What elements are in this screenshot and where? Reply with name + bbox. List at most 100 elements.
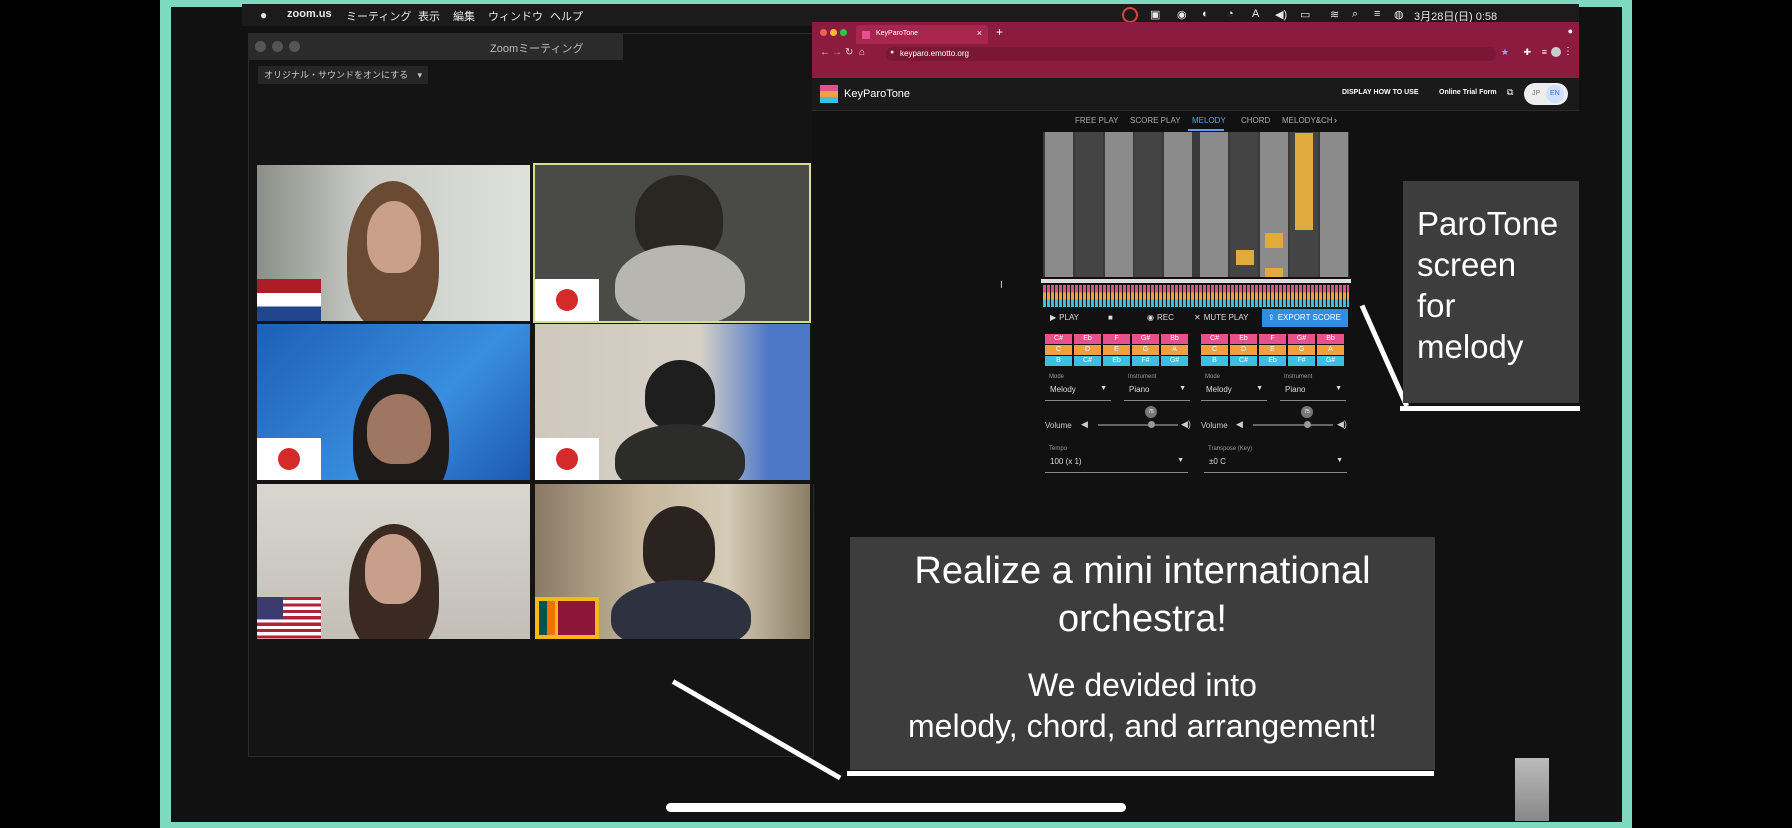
minimize-window-icon[interactable]	[830, 29, 837, 36]
participant-tile[interactable]	[535, 324, 810, 480]
participant-tile[interactable]	[257, 324, 530, 480]
note-cell[interactable]: G#	[1132, 334, 1159, 344]
transpose-select[interactable]: Transpose (Key) ±0 C ▼	[1204, 446, 1347, 473]
extensions-icon[interactable]: ✚	[1523, 47, 1531, 58]
lang-en[interactable]: EN	[1550, 90, 1560, 97]
note-cell[interactable]: Eb	[1230, 334, 1257, 344]
menu-item-meeting[interactable]: ミーティング	[346, 8, 411, 24]
mute-play-button[interactable]: ✕ MUTE PLAY	[1194, 309, 1248, 327]
note-cell[interactable]: Bb	[1161, 334, 1188, 344]
home-icon[interactable]: ⌂	[859, 47, 865, 58]
close-window-icon[interactable]	[255, 41, 266, 52]
trial-form-link[interactable]: Online Trial Form	[1439, 89, 1497, 96]
zoom-status-icon[interactable]: ▣	[1150, 8, 1160, 21]
reload-icon[interactable]: ↻	[845, 47, 853, 58]
chevron-right-icon[interactable]: ›	[1334, 115, 1337, 125]
tab-melody-chord[interactable]: MELODY&CH	[1282, 116, 1333, 125]
rec-button[interactable]: ◉ REC	[1147, 309, 1174, 327]
menu-item-help[interactable]: ヘルプ	[550, 8, 583, 24]
close-tab-icon[interactable]: ×	[977, 28, 982, 38]
menu-app-name[interactable]: zoom.us	[287, 8, 332, 20]
lang-jp[interactable]: JP	[1532, 90, 1540, 97]
note-cell[interactable]: Eb	[1074, 334, 1101, 344]
stop-button[interactable]: ■	[1108, 309, 1113, 327]
note-cell[interactable]: F	[1103, 334, 1130, 344]
media-icon[interactable]: ≡	[1542, 47, 1547, 57]
instrument-select-right[interactable]: Instrument Piano ▼	[1280, 374, 1346, 401]
menu-item-edit[interactable]: 編集	[453, 8, 475, 24]
instrument-select-left[interactable]: Instrument Piano ▼	[1124, 374, 1190, 401]
note-cell[interactable]: G#	[1317, 356, 1344, 366]
volume-down-icon[interactable]: ◀	[1236, 419, 1243, 430]
note-cell[interactable]: Bb	[1317, 334, 1344, 344]
note-cell[interactable]: G#	[1288, 334, 1315, 344]
address-bar[interactable]: ● keyparo.emotto.org	[886, 47, 1496, 61]
volume-down-icon[interactable]: ◀	[1081, 419, 1088, 430]
mode-select-right[interactable]: Mode Melody ▼	[1201, 374, 1267, 401]
how-to-use-link[interactable]: DISPLAY HOW TO USE	[1342, 89, 1419, 96]
search-icon[interactable]: ⌕	[1352, 8, 1358, 21]
browser-menu-icon[interactable]: ●	[1568, 26, 1573, 36]
volume-icon[interactable]: ◀)	[1275, 8, 1287, 21]
note-cell[interactable]: C#	[1045, 334, 1072, 344]
clock-icon[interactable]: ◔	[1227, 8, 1234, 20]
more-menu-icon[interactable]: ⋮	[1563, 46, 1573, 57]
volume-up-icon[interactable]: ◀)	[1337, 419, 1347, 430]
menu-item-window[interactable]: ウィンドウ	[488, 8, 543, 24]
note-cell[interactable]: B	[1045, 356, 1072, 366]
tab-free-play[interactable]: FREE PLAY	[1075, 116, 1118, 125]
gamepad-icon[interactable]: ◐	[1202, 8, 1209, 20]
apple-icon[interactable]: ●	[260, 8, 267, 22]
menu-item-view[interactable]: 表示	[418, 8, 440, 24]
tempo-select[interactable]: Tempo 100 (x 1) ▼	[1045, 446, 1188, 473]
participant-tile[interactable]	[535, 484, 810, 639]
note-cell[interactable]: F#	[1288, 356, 1315, 366]
profile-avatar[interactable]	[1551, 47, 1561, 57]
note-cell[interactable]: E	[1259, 345, 1286, 355]
tab-score-play[interactable]: SCORE PLAY	[1130, 116, 1181, 125]
tab-chord[interactable]: CHORD	[1241, 116, 1270, 125]
battery-icon[interactable]: ▭	[1300, 8, 1310, 21]
note-cell[interactable]: E	[1103, 345, 1130, 355]
volume-thumb-right[interactable]	[1304, 421, 1311, 428]
app-name[interactable]: KeyParoTone	[844, 88, 910, 100]
input-source-icon[interactable]: A	[1252, 8, 1259, 20]
maximize-window-icon[interactable]	[840, 29, 847, 36]
volume-slider-right[interactable]	[1253, 424, 1333, 426]
note-cell[interactable]: C	[1201, 345, 1228, 355]
note-cell[interactable]: Eb	[1259, 356, 1286, 366]
bookmark-star-icon[interactable]: ★	[1501, 47, 1509, 58]
note-cell[interactable]: G	[1288, 345, 1315, 355]
note-cell[interactable]: F	[1259, 334, 1286, 344]
note-cell[interactable]: D	[1074, 345, 1101, 355]
forward-icon[interactable]: →	[832, 47, 842, 58]
record-icon[interactable]	[1122, 7, 1138, 23]
colored-keyboard[interactable]	[1043, 285, 1349, 307]
volume-slider-left[interactable]	[1098, 424, 1178, 426]
volume-thumb-left[interactable]	[1148, 421, 1155, 428]
new-tab-icon[interactable]: +	[996, 25, 1003, 39]
vpn-icon[interactable]: ◉	[1177, 8, 1187, 21]
close-window-icon[interactable]	[820, 29, 827, 36]
wifi-icon[interactable]: ≋	[1330, 8, 1339, 21]
export-score-button[interactable]: ⇪ EXPORT SCORE	[1262, 309, 1348, 327]
note-cell[interactable]: G#	[1161, 356, 1188, 366]
participant-tile-active-speaker[interactable]	[533, 163, 811, 323]
note-cell[interactable]: B	[1201, 356, 1228, 366]
note-cell[interactable]: A	[1317, 345, 1344, 355]
participant-tile[interactable]	[257, 484, 530, 639]
tab-melody[interactable]: MELODY	[1192, 116, 1226, 125]
note-cell[interactable]: C#	[1074, 356, 1101, 366]
note-cell[interactable]: C	[1045, 345, 1072, 355]
back-icon[interactable]: ←	[820, 47, 830, 58]
mode-select-left[interactable]: Mode Melody ▼	[1045, 374, 1111, 401]
original-sound-dropdown[interactable]: オリジナル・サウンドをオンにする ▾	[258, 66, 428, 84]
play-button[interactable]: ▶ PLAY	[1050, 309, 1079, 327]
note-cell[interactable]: G	[1132, 345, 1159, 355]
note-cell[interactable]: F#	[1132, 356, 1159, 366]
participant-tile[interactable]	[257, 165, 530, 321]
note-cell[interactable]: C#	[1230, 356, 1257, 366]
note-cell[interactable]: C#	[1201, 334, 1228, 344]
language-toggle[interactable]: JP EN	[1524, 83, 1568, 105]
minimize-window-icon[interactable]	[272, 41, 283, 52]
